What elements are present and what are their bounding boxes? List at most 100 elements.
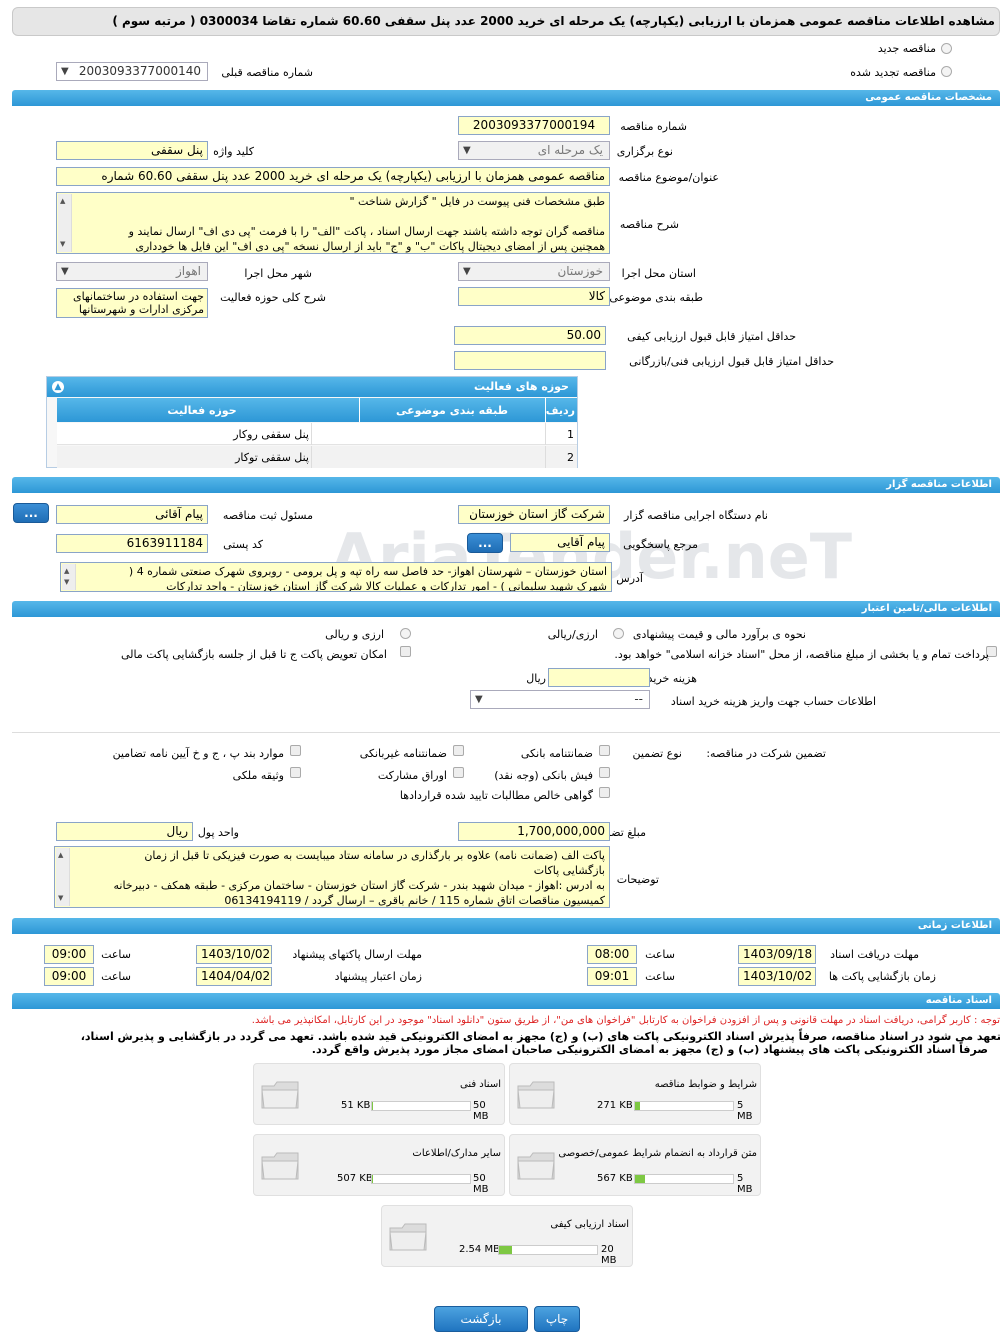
tender-number-label: شماره مناقصه bbox=[620, 120, 687, 133]
partial-payment-label: پرداخت تمام و یا بخشی از مبلغ مناقصه، از… bbox=[614, 648, 989, 661]
estimate-option2-radio[interactable] bbox=[400, 628, 411, 639]
row-activity: پنل سقفی روکار bbox=[233, 428, 309, 441]
keyword-label: کلید واژه bbox=[213, 145, 254, 158]
doc-title: اسناد فنی bbox=[460, 1079, 501, 1090]
print-button[interactable]: چاپ bbox=[534, 1306, 580, 1332]
doc-title: اسناد ارزیابی کیفی bbox=[550, 1219, 629, 1230]
account-select[interactable]: ▼ -- bbox=[470, 690, 650, 709]
bank-guarantee-checkbox[interactable] bbox=[599, 745, 610, 756]
doc-max: 20 MB bbox=[601, 1244, 617, 1266]
description-scrollbar[interactable] bbox=[58, 194, 72, 252]
header-row-number: ردیف bbox=[545, 404, 575, 417]
address-textarea[interactable]: استان خوزستان – شهرستان اهواز- حد فاصل س… bbox=[60, 562, 612, 592]
doc-size: 2.54 MB bbox=[459, 1244, 500, 1255]
time-label: ساعت bbox=[101, 970, 131, 983]
address-scrollbar[interactable] bbox=[62, 564, 76, 590]
notes-textarea[interactable]: پاکت الف (ضمانت نامه) علاوه بر بارگذاری … bbox=[54, 846, 610, 908]
doc-progress bbox=[371, 1174, 471, 1184]
docs-note-red: توجه : کاربر گرامی، دریافت اسناد در مهلت… bbox=[251, 1015, 1000, 1026]
reference-field: پیام آقایی bbox=[510, 533, 610, 552]
doc-progress bbox=[498, 1245, 598, 1255]
folder-icon bbox=[261, 1152, 299, 1180]
estimate-option1-radio[interactable] bbox=[613, 628, 624, 639]
row-activity: پنل سقفی توکار bbox=[235, 451, 309, 464]
docs-section-header: اسناد مناقصه bbox=[12, 993, 1000, 1009]
docs-note-bold-1: متعهد می شود در اسناد مناقصه، صرفاً پذیر… bbox=[80, 1030, 1000, 1043]
prev-tender-select[interactable]: ▼ 2003093377000140 bbox=[56, 62, 208, 81]
subject-field: مناقصه عمومی همزمان با ارزیابی (یکپارچه)… bbox=[56, 167, 610, 186]
subject-label: عنوان/موضوع مناقصه bbox=[618, 171, 719, 184]
doc-card[interactable]: شرایط و ضوابط مناقصه 271 KB 5 MB bbox=[509, 1063, 761, 1125]
activity-panel: حوزه های فعالیت ▲ ردیف طبقه بندی موضوعی … bbox=[46, 376, 578, 468]
address-label: آدرس bbox=[616, 572, 643, 585]
estimate-label: نحوه ی برآورد مالی و قیمت پیشنهادی bbox=[632, 628, 806, 641]
address-line-2: شهرک شهید سلیمانی ) - امور تدارکات و عمل… bbox=[166, 580, 607, 592]
bank-guarantee-label: ضمانتنامه بانکی bbox=[520, 747, 593, 760]
timing-section-header: اطلاعات زمانی bbox=[12, 918, 1000, 934]
collapse-icon[interactable]: ▲ bbox=[52, 381, 64, 393]
city-select[interactable]: ▼ اهواز bbox=[56, 262, 208, 281]
swap-envelope-checkbox[interactable] bbox=[400, 646, 411, 657]
back-button[interactable]: بازگشت bbox=[434, 1306, 528, 1332]
new-tender-radio[interactable] bbox=[941, 43, 952, 54]
doc-card[interactable]: اسناد ارزیابی کیفی 2.54 MB 20 MB bbox=[381, 1205, 633, 1267]
description-line-3: مناقصه گران توجه داشته باشند جهت ارسال ا… bbox=[128, 225, 605, 238]
property-collateral-checkbox[interactable] bbox=[290, 767, 301, 778]
table-row: 2 پنل سقفی توکار bbox=[57, 446, 577, 468]
validity-date: 1404/04/02 bbox=[196, 967, 272, 986]
doc-deadline-label: مهلت دریافت اسناد bbox=[830, 948, 919, 961]
prev-tender-label: شماره مناقصه قبلی bbox=[221, 66, 313, 79]
renewed-tender-label: مناقصه تجدید شده bbox=[850, 66, 936, 79]
doc-card[interactable]: متن قرارداد به انضمام شرایط عمومی/خصوصی … bbox=[509, 1134, 761, 1196]
header-category: طبقه بندی موضوعی bbox=[395, 404, 509, 417]
nonbank-guarantee-label: ضمانتنامه غیربانکی bbox=[359, 747, 447, 760]
address-line-1: استان خوزستان – شهرستان اهواز- حد فاصل س… bbox=[128, 565, 607, 578]
account-info-label: اطلاعات حساب جهت واریز هزینه خرید اسناد bbox=[670, 695, 876, 708]
hold-type-label: نوع برگزاری bbox=[616, 145, 673, 158]
currency-label: واحد پول bbox=[197, 826, 239, 839]
divider bbox=[12, 732, 1000, 733]
tender-number-field: 2003093377000194 bbox=[458, 116, 610, 135]
guarantee-participate-label: تضمین شرکت در مناقصه: bbox=[706, 747, 826, 760]
org-name-field: شرکت گاز استان خوزستان bbox=[458, 505, 610, 524]
description-label: شرح مناقصه bbox=[619, 218, 679, 231]
hold-type-select[interactable]: ▼ یک مرحله ای bbox=[458, 141, 610, 160]
doc-size: 567 KB bbox=[597, 1173, 633, 1184]
doc-card[interactable]: اسناد فنی 51 KB 50 MB bbox=[253, 1063, 505, 1125]
bank-receipt-checkbox[interactable] bbox=[599, 767, 610, 778]
category-field: کالا bbox=[458, 287, 610, 306]
new-tender-label: مناقصه جدید bbox=[877, 42, 936, 55]
row-number: 2 bbox=[567, 451, 574, 464]
doc-max: 50 MB bbox=[473, 1173, 489, 1195]
registrar-field: پیام آقائی bbox=[56, 505, 208, 524]
doc-cost-unit: ریال bbox=[526, 672, 546, 685]
docs-note-bold-2: صرفاً اسناد الکترونیکی پاکت های پیشنهاد … bbox=[311, 1043, 988, 1056]
notes-line-2: بازگشایی پاکات bbox=[533, 864, 605, 877]
net-claims-checkbox[interactable] bbox=[599, 787, 610, 798]
activity-panel-title: حوزه های فعالیت bbox=[474, 380, 569, 393]
notes-scrollbar[interactable] bbox=[56, 848, 70, 906]
scope-textarea: جهت استفاده در ساختمانهای مرکزی ادارات و… bbox=[56, 288, 208, 318]
activity-panel-header: حوزه های فعالیت ▲ bbox=[47, 377, 577, 397]
regulation-items-checkbox[interactable] bbox=[290, 745, 301, 756]
activity-table-header: ردیف طبقه بندی موضوعی حوزه فعالیت bbox=[57, 398, 577, 422]
time-label: ساعت bbox=[645, 970, 675, 983]
estimate-option1-label: ارزی/ریالی bbox=[547, 628, 598, 641]
registrar-label: مسئول ثبت مناقصه bbox=[222, 509, 313, 522]
send-deadline-label: مهلت ارسال پاکتهای پیشنهاد bbox=[292, 948, 422, 961]
organizer-more-button[interactable]: ... bbox=[13, 503, 49, 523]
nonbank-guarantee-checkbox[interactable] bbox=[453, 745, 464, 756]
bonds-checkbox[interactable] bbox=[453, 767, 464, 778]
opening-time: 09:01 bbox=[587, 967, 637, 986]
reference-more-button[interactable]: ... bbox=[467, 533, 503, 553]
doc-card[interactable]: سایر مدارک/اطلاعات 507 KB 50 MB bbox=[253, 1134, 505, 1196]
net-claims-label: گواهی خالص مطالبات تایید شده قراردادها bbox=[399, 789, 593, 802]
doc-cost-field bbox=[548, 668, 650, 687]
min-tech-label: حداقل امتیاز قابل قبول ارزیابی فنی/بازرگ… bbox=[629, 355, 834, 368]
description-textarea[interactable]: طبق مشخصات فنی پیوست در فایل " گزارش شنا… bbox=[56, 192, 610, 254]
property-collateral-label: وثیقه ملکی bbox=[232, 769, 284, 782]
doc-size: 51 KB bbox=[341, 1100, 371, 1111]
doc-max: 5 MB bbox=[737, 1100, 753, 1122]
province-select[interactable]: ▼ خوزستان bbox=[458, 262, 610, 281]
renewed-tender-radio[interactable] bbox=[941, 66, 952, 77]
